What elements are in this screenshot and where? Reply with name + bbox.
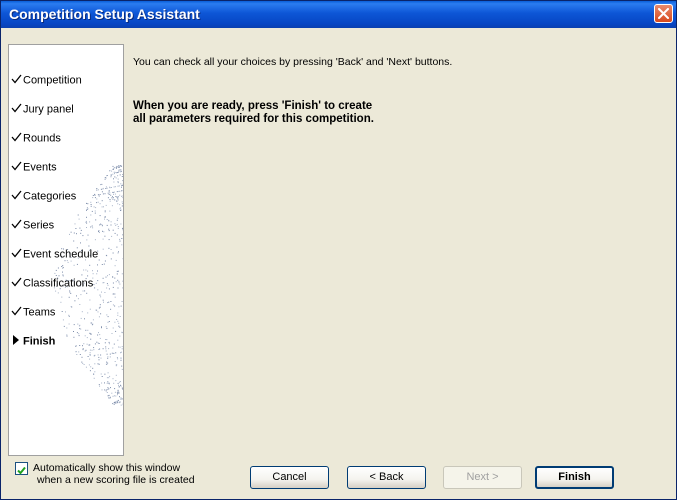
auto-show-checkbox[interactable]: [15, 462, 28, 475]
checkmark-icon: [11, 161, 23, 174]
close-button[interactable]: [654, 4, 673, 23]
sidebar-step-label: Competition: [23, 74, 82, 87]
window-title: Competition Setup Assistant: [9, 6, 200, 22]
sidebar-step-label: Finish: [23, 335, 56, 348]
current-step-arrow-icon: [11, 335, 23, 348]
sidebar-step-categories: Categories: [11, 190, 76, 206]
checkmark-icon: [11, 74, 23, 87]
cancel-button[interactable]: Cancel: [250, 466, 329, 489]
checkmark-icon: [11, 277, 23, 290]
sidebar-step-label: Rounds: [23, 132, 61, 145]
sidebar-step-label: Series: [23, 219, 55, 232]
sidebar-step-rounds: Rounds: [11, 132, 61, 148]
checkmark-icon: [11, 132, 23, 145]
checkmark-icon: [11, 219, 23, 232]
auto-show-label[interactable]: Automatically show this window when a ne…: [33, 462, 195, 486]
steps-sidebar: Competition Jury panel Rounds Events Categor…: [8, 44, 124, 456]
sidebar-step-events: Events: [11, 161, 57, 177]
checkmark-icon: [11, 190, 23, 203]
close-icon: [658, 8, 669, 19]
finish-button[interactable]: Finish: [535, 466, 614, 489]
checkmark-icon: [17, 466, 26, 475]
sidebar-step-series: Series: [11, 219, 54, 235]
back-button[interactable]: < Back: [347, 466, 426, 489]
sidebar-step-label: Classifications: [23, 277, 94, 290]
info-text: You can check all your choices by pressi…: [133, 56, 453, 68]
sidebar-step-label: Event schedule: [23, 248, 99, 261]
checkmark-icon: [11, 103, 23, 116]
ready-instructions: When you are ready, press 'Finish' to cr…: [133, 100, 374, 126]
sidebar-step-teams: Teams: [11, 306, 55, 322]
title-bar[interactable]: Competition Setup Assistant: [1, 1, 676, 28]
sidebar-step-finish: Finish: [11, 335, 55, 351]
checkmark-icon: [11, 248, 23, 261]
auto-show-label-line-1: Automatically show this window: [33, 462, 181, 474]
sidebar-step-competition: Competition: [11, 74, 82, 90]
sidebar-step-label: Jury panel: [23, 103, 74, 116]
setup-assistant-window: Competition Setup Assistant Competition J…: [0, 0, 677, 500]
sidebar-step-event-schedule: Event schedule: [11, 248, 98, 264]
sidebar-step-label: Teams: [23, 306, 56, 319]
ready-line-1: When you are ready, press 'Finish' to cr…: [133, 100, 373, 112]
auto-show-label-line-2: when a new scoring file is created: [37, 474, 195, 486]
checkmark-icon: [11, 306, 23, 319]
sidebar-step-label: Events: [23, 161, 57, 174]
sidebar-step-jury-panel: Jury panel: [11, 103, 74, 119]
ready-line-2: all parameters required for this competi…: [133, 113, 374, 125]
sidebar-step-label: Categories: [23, 190, 77, 203]
next-button[interactable]: Next >: [443, 466, 522, 489]
sidebar-step-classifications: Classifications: [11, 277, 93, 293]
